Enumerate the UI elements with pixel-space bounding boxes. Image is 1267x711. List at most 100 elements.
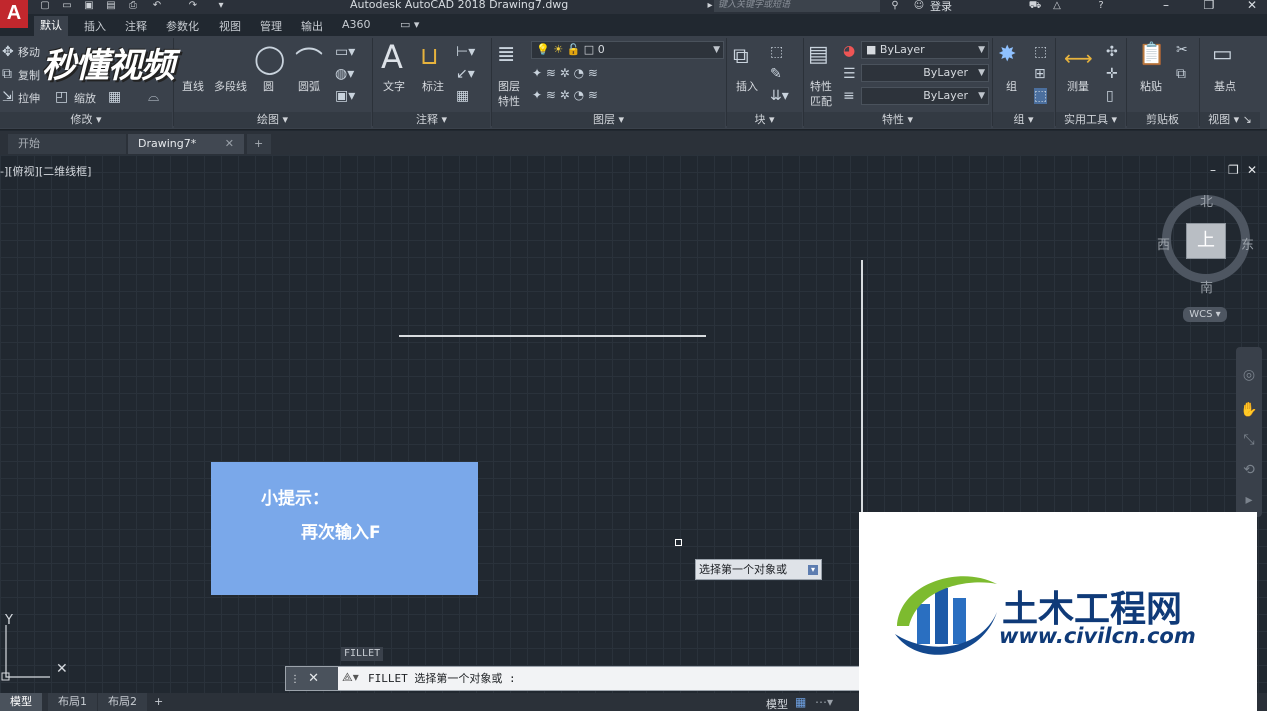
add-layout-button[interactable]: + [148, 693, 169, 711]
circle-label[interactable]: 圆 [263, 78, 274, 94]
color-dropdown[interactable]: ■ ByLayer ▼ [861, 41, 989, 59]
a360-icon[interactable]: △ [1050, 0, 1064, 12]
stretch-label[interactable]: 拉伸 [18, 90, 40, 106]
table-icon[interactable]: ▦ [456, 88, 469, 104]
tab-layout1[interactable]: 布局1 [48, 693, 97, 711]
hatch-icon[interactable]: ◍▾ [335, 66, 354, 82]
search-input[interactable]: 键入关键字或短语 [714, 0, 880, 12]
boundary-icon[interactable]: ▣▾ [335, 88, 355, 104]
leader-icon[interactable]: ↙▾ [456, 66, 475, 82]
linetype-dropdown[interactable]: ByLayer ▼ [861, 64, 989, 82]
cart-icon[interactable]: ⛟ [1028, 0, 1042, 12]
array-icon[interactable]: ▦ [108, 89, 121, 105]
viewcube-top-face[interactable]: 上 [1186, 223, 1226, 259]
layers-panel-title[interactable]: 图层 ▾ [492, 112, 725, 128]
arc-label[interactable]: 圆弧 [298, 78, 320, 94]
close-command-icon[interactable]: ✕ [308, 671, 319, 686]
move-icon[interactable]: ✥ [2, 44, 14, 60]
showmotion-icon[interactable]: ▸ [1236, 492, 1262, 508]
group-label[interactable]: 组 [1006, 78, 1017, 94]
match-properties-label-1[interactable]: 特性 [810, 78, 832, 94]
move-label[interactable]: 移动 [18, 44, 40, 60]
compass-south[interactable]: 南 [1200, 277, 1213, 296]
linear-dim-icon[interactable]: ⊢▾ [456, 44, 475, 60]
restore-icon[interactable]: ❐ [1195, 0, 1223, 12]
tab-annotate[interactable]: 注释 [125, 18, 147, 34]
draw-panel-title[interactable]: 绘图 ▾ [174, 112, 371, 128]
grip-icon[interactable]: ⋮ [290, 674, 300, 685]
customize-qat-icon[interactable]: ▾ [214, 0, 228, 12]
text-label[interactable]: 文字 [383, 78, 405, 94]
layer-properties-label-2[interactable]: 特性 [498, 93, 520, 109]
match-properties-icon[interactable]: ▤ [808, 42, 829, 67]
group-edit-icon[interactable]: ⊞ [1034, 66, 1046, 82]
new-file-icon[interactable]: ▢ [38, 0, 52, 12]
arc-icon[interactable]: ⌒ [295, 40, 323, 80]
edit-block-icon[interactable]: ✎ [770, 66, 782, 82]
measure-icon[interactable]: ⟷ [1064, 46, 1093, 70]
zoom-extents-icon[interactable]: ⤡ [1236, 432, 1262, 448]
ungroup-icon[interactable]: ⬚ [1034, 44, 1047, 60]
tab-layout2[interactable]: 布局2 [98, 693, 147, 711]
modify-panel-title[interactable]: 修改 ▾ [0, 112, 172, 128]
offset-icon[interactable]: ⌓ [148, 89, 159, 105]
base-view-icon[interactable]: ▭ [1212, 42, 1233, 67]
tab-start[interactable]: 开始 [8, 134, 126, 154]
stretch-icon[interactable]: ⇲ [2, 89, 14, 105]
cut-icon[interactable]: ✂ [1176, 42, 1188, 58]
rectangle-icon[interactable]: ▭▾ [335, 44, 355, 60]
wcs-menu[interactable]: WCS ▾ [1183, 307, 1227, 322]
paste-icon[interactable]: 📋 [1138, 42, 1165, 67]
down-arrow-icon[interactable]: ▾ [808, 565, 818, 575]
dynamic-input-prompt[interactable]: 选择第一个对象或 ▾ [695, 559, 822, 580]
compass-west[interactable]: 西 [1157, 234, 1170, 253]
pan-icon[interactable]: ✋ [1236, 402, 1262, 418]
tab-a360[interactable]: A360 [342, 18, 371, 31]
open-file-icon[interactable]: ▭ [60, 0, 74, 12]
tab-insert[interactable]: 插入 [84, 18, 106, 34]
create-block-icon[interactable]: ⬚ [770, 44, 783, 60]
tab-drawing7[interactable]: Drawing7* ✕ [128, 134, 244, 154]
scale-label[interactable]: 缩放 [74, 90, 96, 106]
view-panel-title[interactable]: 视图 ▾ ↘ [1200, 112, 1260, 128]
dimension-label[interactable]: 标注 [422, 78, 444, 94]
close-tab-icon[interactable]: ✕ [225, 134, 234, 154]
save-icon[interactable]: ▣ [82, 0, 96, 12]
tab-parametric[interactable]: 参数化 [166, 18, 199, 34]
command-line[interactable]: ⋮ ✕ 🔧 ⟁▾ FILLET 选择第一个对象或 : [285, 666, 860, 710]
steering-wheel-icon[interactable]: ◎ [1236, 367, 1262, 383]
binoculars-icon[interactable]: ⚲ [888, 0, 902, 12]
model-space-toggle[interactable]: 模型 [766, 696, 788, 711]
match-properties-label-2[interactable]: 匹配 [810, 93, 832, 109]
layer-tools-row1-icon[interactable]: ✦ ≋ ✲ ◔ ≋ [532, 66, 598, 80]
compass-east[interactable]: 东 [1241, 234, 1254, 253]
layer-dropdown[interactable]: 💡 ☀ 🔓 □ 0 ▼ [531, 41, 724, 59]
minimize-icon[interactable]: – [1152, 0, 1180, 12]
clipboard-panel-title[interactable]: 剪贴板 [1127, 112, 1198, 128]
help-icon[interactable]: ? [1094, 0, 1108, 12]
polyline-label[interactable]: 多段线 [214, 78, 247, 94]
circle-icon[interactable]: ◯ [254, 42, 285, 75]
insert-label[interactable]: 插入 [736, 78, 758, 94]
block-panel-title[interactable]: 块 ▾ [727, 112, 802, 128]
dimension-icon[interactable]: ⊔ [420, 42, 439, 70]
tab-home[interactable]: 默认 [34, 16, 68, 36]
redo-icon[interactable]: ↷ [186, 0, 200, 12]
user-icon[interactable]: ☺ [912, 0, 926, 12]
tab-output[interactable]: 输出 [301, 18, 323, 34]
grid-icon[interactable]: ▦ [795, 695, 806, 709]
layer-properties-label-1[interactable]: 图层 [498, 78, 520, 94]
tab-more-icon[interactable]: ▭ ▾ [400, 18, 419, 31]
undo-icon[interactable]: ↶ [150, 0, 164, 12]
utilities-panel-title[interactable]: 实用工具 ▾ [1056, 112, 1125, 128]
layer-properties-icon[interactable]: ≣ [497, 42, 515, 67]
copy-clip-icon[interactable]: ⧉ [1176, 66, 1186, 82]
line-label[interactable]: 直线 [182, 78, 204, 94]
new-tab-button[interactable]: + [247, 134, 271, 154]
measure-label[interactable]: 测量 [1067, 78, 1089, 94]
login-link[interactable]: 登录 [930, 0, 952, 14]
copy-icon[interactable]: ⧉ [2, 66, 12, 82]
annotation-panel-title[interactable]: 注释 ▾ [373, 112, 490, 128]
lineweight-dropdown[interactable]: ByLayer ▼ [861, 87, 989, 105]
print-icon[interactable]: ⎙ [126, 0, 140, 12]
